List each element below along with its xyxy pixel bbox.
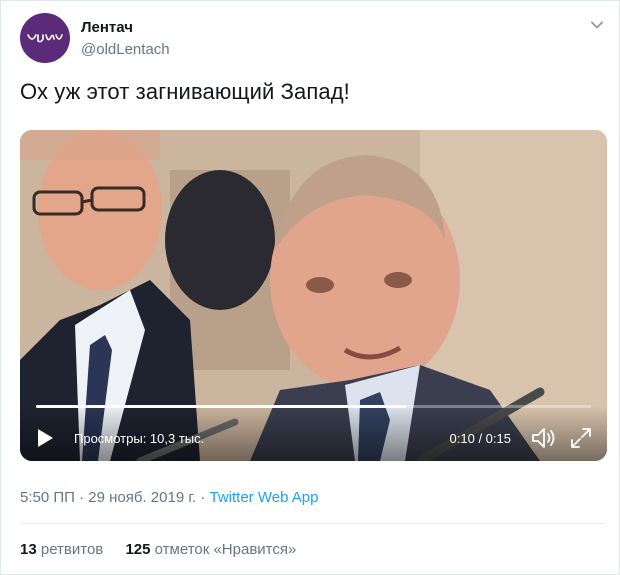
tweet-card: Лентач @oldLentach Ох уж этот загнивающи…: [0, 0, 620, 575]
video-progress-bar[interactable]: [36, 405, 591, 408]
play-icon[interactable]: [34, 427, 56, 449]
tweet-text: Ох уж этот загнивающий Запад!: [20, 79, 350, 104]
retweets-stat[interactable]: 13 ретвитов: [20, 541, 103, 558]
avatar[interactable]: [20, 13, 70, 63]
source-app-link[interactable]: Twitter Web App: [210, 489, 319, 506]
video-time: 0:10 / 0:15: [449, 431, 511, 446]
meta-separator: ·: [79, 489, 85, 506]
meta-separator: ·: [200, 489, 206, 506]
retweets-count: 13: [20, 541, 37, 558]
video-views: Просмотры: 10,3 тыс.: [74, 431, 205, 446]
caret-down-icon[interactable]: [589, 17, 605, 33]
retweets-label: ретвитов: [40, 541, 104, 558]
tweet-time[interactable]: 5:50 ПП: [20, 489, 75, 506]
video-progress-fill: [36, 405, 407, 408]
author-handle[interactable]: @oldLentach: [81, 41, 170, 58]
video-player[interactable]: Просмотры: 10,3 тыс. 0:10 / 0:15: [20, 130, 607, 461]
likes-count: 125: [125, 541, 151, 558]
volume-icon[interactable]: [531, 426, 557, 450]
author-name[interactable]: Лентач: [81, 19, 133, 36]
likes-stat[interactable]: 125 отметок «Нравится»: [125, 541, 296, 558]
logo-icon: [27, 34, 63, 43]
tweet-date[interactable]: 29 нояб. 2019 г.: [88, 489, 196, 506]
fullscreen-icon[interactable]: [569, 426, 593, 450]
divider: [20, 523, 605, 524]
tweet-stats: 13 ретвитов 125 отметок «Нравится»: [20, 541, 314, 558]
likes-label: отметок «Нравится»: [154, 541, 297, 558]
tweet-meta: 5:50 ПП · 29 нояб. 2019 г. · Twitter Web…: [20, 489, 318, 506]
